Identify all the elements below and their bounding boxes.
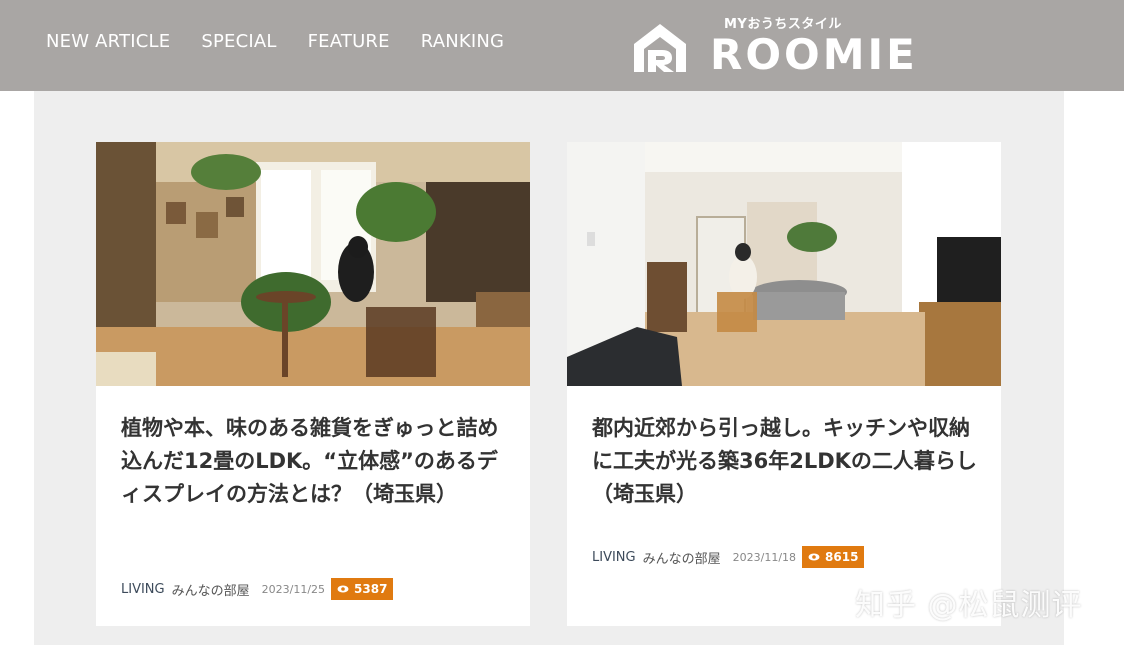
article-thumbnail-dining-room[interactable] [567,142,1001,386]
article-card[interactable]: 都内近郊から引っ越し。キッチンや収納に工夫が光る築36年2LDKの二人暮らし（埼… [567,142,1001,626]
roomie-logo[interactable]: MYおうちスタイル ROOMIE [630,12,920,78]
nav-feature[interactable]: FEATURE [308,31,390,52]
subcategory-link[interactable]: みんなの部屋 [643,548,721,567]
watermark-text: 知乎 @松鼠测评 [855,588,1083,623]
nav-special[interactable]: SPECIAL [201,31,276,52]
article-thumbnail-living-room[interactable] [96,142,530,386]
category-link[interactable]: LIVING [592,550,636,565]
article-title[interactable]: 植物や本、味のある雑貨をぎゅっと詰め込んだ12畳のLDK。“立体感”のあるディス… [121,412,509,511]
article-card[interactable]: 植物や本、味のある雑貨をぎゅっと詰め込んだ12畳のLDK。“立体感”のあるディス… [96,142,530,626]
view-count: 8615 [825,550,859,564]
publish-date: 2023/11/25 [261,582,326,596]
view-count-badge: 8615 [802,546,865,568]
eye-icon [808,553,820,561]
publish-date: 2023/11/18 [732,550,797,564]
logo-wordmark: ROOMIE [710,30,918,79]
article-meta: LIVING みんなの部屋 2023/11/25 5387 [121,578,394,600]
eye-icon [337,585,349,593]
subcategory-link[interactable]: みんなの部屋 [172,580,250,599]
article-meta: LIVING みんなの部屋 2023/11/18 8615 [592,546,865,568]
view-count: 5387 [354,582,388,596]
nav-ranking[interactable]: RANKING [421,31,504,52]
article-title[interactable]: 都内近郊から引っ越し。キッチンや収納に工夫が光る築36年2LDKの二人暮らし（埼… [592,412,980,511]
category-link[interactable]: LIVING [121,582,165,597]
view-count-badge: 5387 [331,578,394,600]
main-nav: NEW ARTICLE SPECIAL FEATURE RANKING [46,31,535,52]
site-header: NEW ARTICLE SPECIAL FEATURE RANKING MYおう… [0,0,1124,91]
nav-new-article[interactable]: NEW ARTICLE [46,31,170,52]
house-logo-icon [634,24,686,72]
